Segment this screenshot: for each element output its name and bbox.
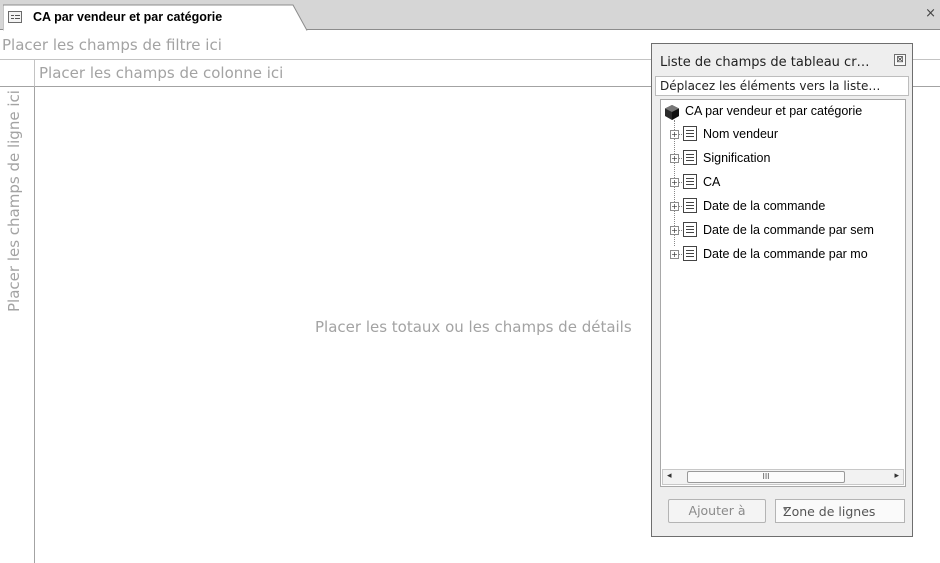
scroll-left-arrow-icon[interactable]: ◂: [667, 471, 672, 481]
area-dropdown[interactable]: Zone de lignes ▾: [775, 499, 905, 523]
field-icon: [683, 198, 697, 213]
document-tab[interactable]: CA par vendeur et par catégorie: [3, 4, 308, 31]
field-label: Nom vendeur: [703, 127, 779, 141]
field-item[interactable]: + Date de la commande par mo: [661, 243, 905, 265]
expand-plus-icon[interactable]: +: [670, 130, 679, 139]
column-placeholder: Placer les champs de colonne ici: [39, 64, 284, 82]
field-item[interactable]: + Date de la commande: [661, 195, 905, 217]
field-label: Date de la commande par sem: [703, 223, 874, 237]
field-item[interactable]: + Date de la commande par sem: [661, 219, 905, 241]
field-label: Date de la commande par mo: [703, 247, 868, 261]
field-icon: [683, 150, 697, 165]
expand-plus-icon[interactable]: +: [670, 202, 679, 211]
tree-root-label: CA par vendeur et par catégorie: [685, 104, 863, 118]
field-icon: [683, 246, 697, 261]
field-icon: [683, 126, 697, 141]
panel-title: Liste de champs de tableau cr…: [660, 55, 870, 70]
table-icon: [8, 11, 22, 23]
panel-close-icon[interactable]: ⊠: [894, 54, 906, 66]
field-icon: [683, 174, 697, 189]
tab-title: CA par vendeur et par catégorie: [33, 10, 223, 24]
field-item[interactable]: + CA: [661, 171, 905, 193]
pivot-field-list-panel[interactable]: Liste de champs de tableau cr… ⊠ Déplace…: [651, 43, 913, 537]
field-label: Date de la commande: [703, 199, 826, 213]
expand-plus-icon[interactable]: +: [670, 154, 679, 163]
detail-placeholder: Placer les totaux ou les champs de détai…: [315, 318, 632, 336]
scroll-right-arrow-icon[interactable]: ▸: [894, 471, 899, 481]
panel-instruction: Déplacez les éléments vers la liste…: [655, 76, 909, 96]
cube-icon: [665, 105, 679, 120]
horizontal-scrollbar[interactable]: ◂ III ▸: [662, 469, 904, 485]
field-label: CA: [703, 175, 721, 189]
expand-plus-icon[interactable]: +: [670, 226, 679, 235]
document-tab-strip: CA par vendeur et par catégorie ×: [0, 0, 940, 31]
field-label: Signification: [703, 151, 771, 165]
add-to-button[interactable]: Ajouter à: [668, 499, 766, 523]
scrollbar-thumb[interactable]: III: [687, 471, 845, 483]
expand-plus-icon[interactable]: +: [670, 178, 679, 187]
expand-plus-icon[interactable]: +: [670, 250, 679, 259]
field-icon: [683, 222, 697, 237]
row-placeholder: Placer les champs de ligne ici: [5, 90, 23, 312]
pivot-corner: [0, 60, 35, 87]
row-drop-zone[interactable]: Placer les champs de ligne ici: [0, 87, 35, 563]
field-item[interactable]: + Nom vendeur: [661, 123, 905, 145]
close-document-icon[interactable]: ×: [925, 6, 936, 21]
tree-root-query[interactable]: CA par vendeur et par catégorie: [661, 102, 905, 122]
field-item[interactable]: + Signification: [661, 147, 905, 169]
filter-placeholder: Placer les champs de filtre ici: [2, 36, 222, 54]
dropdown-arrow-icon[interactable]: ▾: [783, 505, 898, 515]
panel-instruction-text: Déplacez les éléments vers la liste…: [660, 79, 881, 93]
field-tree[interactable]: CA par vendeur et par catégorie + Nom ve…: [660, 99, 906, 487]
